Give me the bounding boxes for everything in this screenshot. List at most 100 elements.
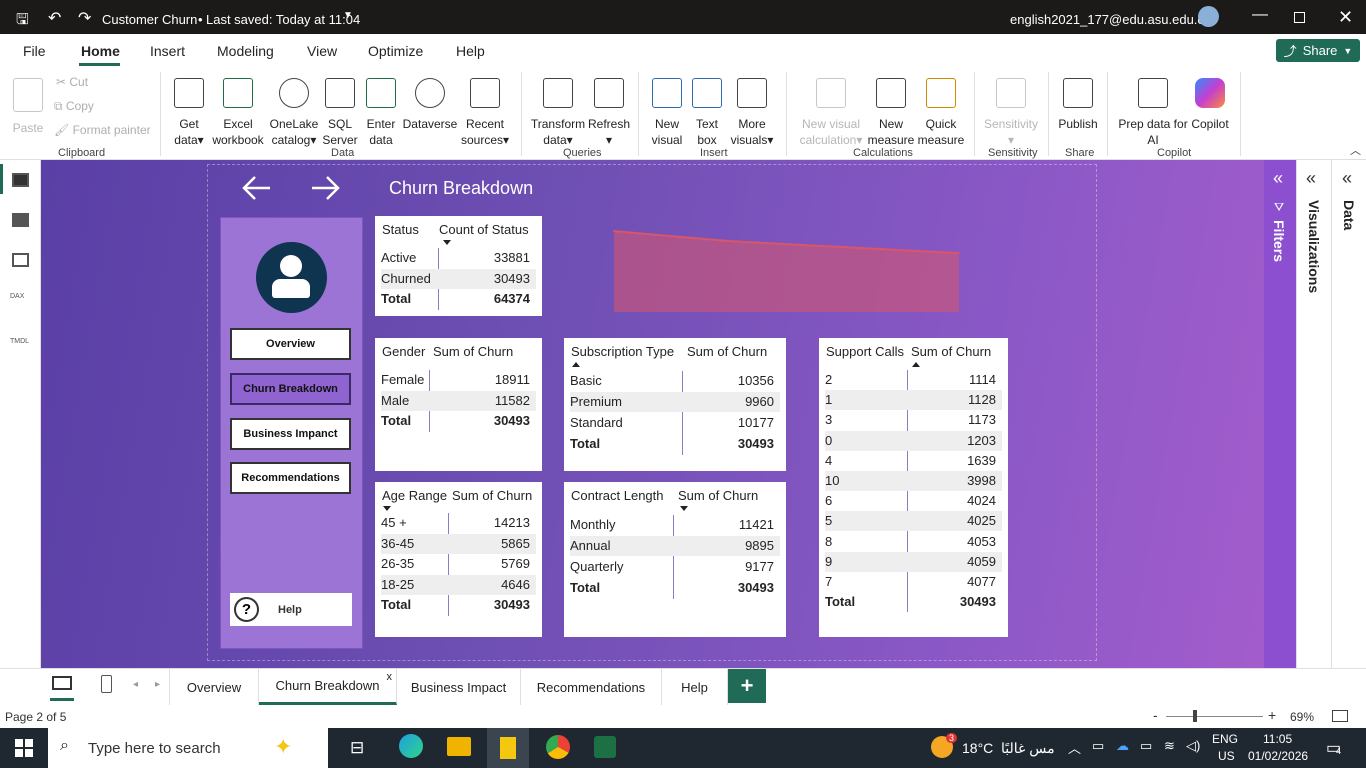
data-point[interactable] xyxy=(727,240,729,243)
column-header[interactable]: Sum of Churn xyxy=(687,344,767,359)
column-header[interactable]: Sum of Churn xyxy=(433,344,513,359)
collapse-ribbon-icon[interactable]: ︿ xyxy=(1350,142,1361,158)
expand-visualizations-icon[interactable]: « xyxy=(1306,168,1316,189)
windows-start-icon[interactable] xyxy=(15,739,33,757)
transform-data-button[interactable]: Transform data▾ xyxy=(530,78,586,148)
column-header[interactable]: Gender xyxy=(382,344,425,359)
tab-overview[interactable]: Overview xyxy=(169,669,259,705)
tab-recommendations[interactable]: Recommendations xyxy=(521,669,662,705)
tab-help[interactable]: Help xyxy=(662,669,728,705)
wifi-icon[interactable]: ≋ xyxy=(1164,738,1175,754)
battery-icon[interactable]: ▭ xyxy=(1140,738,1152,754)
tab-churn-breakdown[interactable]: Churn Breakdown x xyxy=(259,669,397,705)
support-table[interactable]: Support Calls Sum of Churn 2 1114 1 1128 3 1173… xyxy=(819,338,1008,637)
column-header[interactable]: Age Range xyxy=(382,488,447,503)
sensitivity-button[interactable]: Sensitivity ▾ xyxy=(982,78,1040,148)
region-indicator[interactable]: US xyxy=(1218,749,1235,763)
expand-data-icon[interactable]: « xyxy=(1342,168,1352,189)
model-view-icon[interactable] xyxy=(12,253,29,267)
enter-data-button[interactable]: Enter data xyxy=(362,78,400,148)
column-header[interactable]: Count of Status xyxy=(439,222,529,237)
new-visual-button[interactable]: New visual xyxy=(648,78,686,148)
close-tab-icon[interactable]: x xyxy=(387,671,393,683)
zoom-out-icon[interactable]: - xyxy=(1153,707,1158,723)
copy-button[interactable]: ⧉ Copy xyxy=(54,99,94,114)
sort-arrow-icon[interactable] xyxy=(680,506,688,511)
data-pane-collapsed[interactable]: « Data xyxy=(1331,160,1366,668)
taskbar-search[interactable]: ⌕ Type here to search ✦ xyxy=(48,728,328,768)
clock-date[interactable]: 01/02/2026 xyxy=(1248,749,1308,763)
area-chart[interactable] xyxy=(612,228,962,314)
paste-button[interactable]: Paste xyxy=(10,78,46,136)
gender-table[interactable]: Gender Sum of Churn Female 18911 Male 11582 To… xyxy=(375,338,542,471)
mobile-layout-icon[interactable] xyxy=(101,675,112,693)
column-header[interactable]: Sum of Churn xyxy=(452,488,532,503)
menu-modeling[interactable]: Modeling xyxy=(217,43,274,59)
menu-insert[interactable]: Insert xyxy=(150,43,185,59)
sort-arrow-icon[interactable] xyxy=(572,362,580,367)
menu-optimize[interactable]: Optimize xyxy=(368,43,423,59)
close-icon[interactable]: ✕ xyxy=(1338,7,1353,28)
format-painter-button[interactable]: 🖌 Format painter xyxy=(54,123,151,137)
visualizations-pane-collapsed[interactable]: « Visualizations xyxy=(1296,160,1331,668)
tab-business-impact[interactable]: Business Impact xyxy=(397,669,521,705)
dax-query-view-icon[interactable]: DAX xyxy=(10,293,24,300)
data-point[interactable] xyxy=(613,230,615,233)
column-header[interactable]: Support Calls xyxy=(826,344,904,359)
text-box-button[interactable]: Text box xyxy=(690,78,724,148)
dataverse-button[interactable]: Dataverse xyxy=(402,78,458,132)
clock-time[interactable]: 11:05 xyxy=(1263,732,1292,746)
chevron-down-icon[interactable]: ▼ xyxy=(343,10,353,21)
add-page-button[interactable]: + xyxy=(728,669,766,703)
chrome-icon[interactable] xyxy=(546,735,570,759)
zoom-in-icon[interactable]: + xyxy=(1268,707,1276,723)
excel-workbook-button[interactable]: Excel workbook xyxy=(210,78,266,148)
edge-icon[interactable] xyxy=(399,734,423,758)
more-visuals-button[interactable]: More visuals▾ xyxy=(728,78,776,148)
expand-filters-icon[interactable]: « xyxy=(1273,168,1283,189)
filters-pane-collapsed[interactable]: « ⛛ Filters xyxy=(1264,160,1296,668)
meet-icon[interactable]: ▭ xyxy=(1092,738,1104,754)
forward-arrow-icon[interactable] xyxy=(308,174,342,202)
table-view-icon[interactable] xyxy=(12,213,29,227)
sort-arrow-icon[interactable] xyxy=(912,362,920,367)
recent-sources-button[interactable]: Recent sources▾ xyxy=(458,78,512,148)
refresh-button[interactable]: Refresh ▾ xyxy=(586,78,632,148)
status-table[interactable]: Status Count of Status Active 33881 Churned 3… xyxy=(375,216,542,316)
sort-arrow-icon[interactable] xyxy=(443,240,451,245)
zoom-slider[interactable] xyxy=(1166,716,1263,717)
onelake-catalog-button[interactable]: OneLake catalog▾ xyxy=(268,78,320,148)
nav-business-impact-button[interactable]: Business Impanct xyxy=(230,418,351,450)
scroll-right-icon[interactable]: ▸ xyxy=(155,679,160,690)
file-explorer-icon[interactable] xyxy=(447,737,471,756)
powerbi-taskbar-button[interactable] xyxy=(487,728,529,768)
contract-table[interactable]: Contract Length Sum of Churn Monthly 11421 A… xyxy=(564,482,786,637)
maximize-icon[interactable] xyxy=(1294,12,1305,23)
prep-data-for-ai-button[interactable]: Prep data for AI xyxy=(1114,78,1192,148)
fit-to-page-icon[interactable] xyxy=(1332,710,1348,722)
share-button[interactable]: ⤴ Share ▼ xyxy=(1276,39,1360,62)
publish-button[interactable]: Publish xyxy=(1056,78,1100,132)
nav-overview-button[interactable]: Overview xyxy=(230,328,351,360)
new-measure-button[interactable]: New measure xyxy=(866,78,916,148)
desktop-layout-icon[interactable] xyxy=(52,676,72,690)
column-header[interactable]: Contract Length xyxy=(571,488,664,503)
subscription-table[interactable]: Subscription Type Sum of Churn Basic 10356 P… xyxy=(564,338,786,471)
menu-help[interactable]: Help xyxy=(456,43,485,59)
cut-button[interactable]: ✂ Cut xyxy=(56,75,88,89)
copilot-button[interactable]: Copilot xyxy=(1186,78,1234,132)
chevron-up-icon[interactable]: ︿ xyxy=(1068,738,1081,757)
language-indicator[interactable]: ENG xyxy=(1212,732,1238,746)
column-header[interactable]: Sum of Churn xyxy=(911,344,991,359)
menu-file[interactable]: File xyxy=(23,43,46,59)
quick-measure-button[interactable]: Quick measure xyxy=(916,78,966,148)
scroll-left-icon[interactable]: ◂ xyxy=(133,679,138,690)
tmdl-view-icon[interactable]: TMDL xyxy=(10,338,29,345)
back-arrow-icon[interactable] xyxy=(240,174,274,202)
column-header[interactable]: Sum of Churn xyxy=(678,488,758,503)
column-header[interactable]: Status xyxy=(382,222,419,237)
task-view-icon[interactable]: ⊟ xyxy=(350,738,364,758)
nav-recommendations-button[interactable]: Recommendations xyxy=(230,462,351,494)
excel-taskbar-icon[interactable] xyxy=(594,736,616,758)
get-data-button[interactable]: Get data▾ xyxy=(168,78,210,148)
